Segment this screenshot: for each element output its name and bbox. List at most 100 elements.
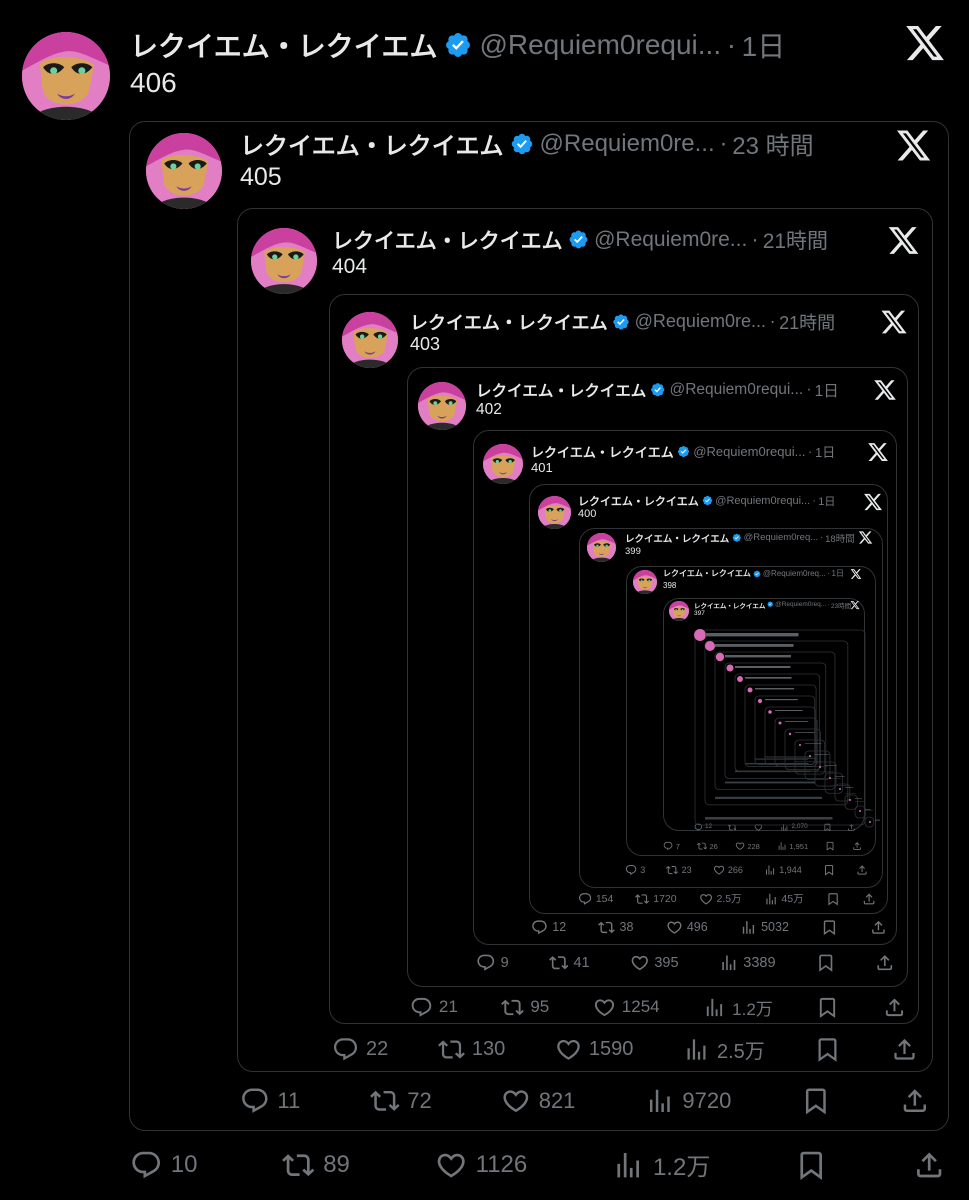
avatar[interactable]: [587, 533, 616, 562]
display-name[interactable]: レクイエム・レクイエム: [332, 225, 563, 255]
timestamp[interactable]: 18時間: [825, 531, 855, 545]
username[interactable]: @Requiem0req...: [744, 532, 819, 543]
username[interactable]: @Requiem0requi...: [479, 29, 721, 61]
retweet-button[interactable]: 72: [369, 1086, 432, 1116]
reply-button[interactable]: 7: [663, 841, 680, 851]
bookmark-button[interactable]: [801, 1086, 831, 1116]
tweet-text: 398: [663, 581, 677, 590]
like-button[interactable]: 1254: [593, 996, 660, 1019]
like-button[interactable]: 228: [735, 841, 760, 851]
timestamp[interactable]: 1日: [818, 493, 835, 509]
x-logo-icon: [904, 22, 946, 64]
timestamp[interactable]: 1日: [742, 25, 786, 65]
display-name[interactable]: レクイエム・レクイエム: [578, 493, 699, 509]
share-button[interactable]: [852, 841, 862, 851]
display-name[interactable]: レクイエム・レクイエム: [476, 379, 646, 401]
avatar[interactable]: [633, 570, 657, 594]
bookmark-button[interactable]: [826, 892, 840, 906]
display-name[interactable]: レクイエム・レクイエム: [410, 309, 608, 335]
username[interactable]: @Requiem0re...: [594, 228, 747, 252]
share-button[interactable]: [856, 864, 868, 876]
bookmark-button[interactable]: [814, 1036, 841, 1063]
reply-button[interactable]: 11: [240, 1086, 300, 1116]
like-button[interactable]: 395: [630, 953, 679, 973]
share-icon: [852, 841, 862, 851]
views-button[interactable]: 5032: [740, 919, 789, 936]
bookmark-button[interactable]: [821, 919, 838, 936]
action-bar: 9 41 395 3389: [476, 953, 895, 973]
action-bar: 154 1720 2.5万 45万: [578, 892, 876, 907]
views-button[interactable]: 1,951: [777, 841, 808, 851]
views-button[interactable]: 3389: [719, 953, 776, 973]
timestamp[interactable]: 21時間: [779, 309, 835, 335]
reply-button[interactable]: 3: [625, 864, 645, 876]
timestamp[interactable]: 23 時間: [732, 126, 813, 161]
username[interactable]: @Requiem0requi...: [693, 444, 805, 459]
timestamp[interactable]: 1日: [815, 379, 839, 401]
retweet-button[interactable]: 41: [548, 953, 590, 973]
timestamp[interactable]: 1日: [832, 568, 844, 579]
retweet-button[interactable]: 38: [598, 919, 633, 936]
retweet-button[interactable]: 95: [501, 996, 549, 1019]
timestamp[interactable]: 1日: [815, 442, 835, 461]
views-button[interactable]: 9720: [645, 1086, 731, 1116]
username[interactable]: @Requiem0requi...: [715, 495, 810, 507]
avatar[interactable]: [146, 133, 222, 209]
bookmark-button[interactable]: [825, 841, 835, 851]
like-button[interactable]: 1590: [555, 1036, 633, 1063]
like-count: 496: [686, 920, 708, 934]
like-button[interactable]: 2.5万: [699, 891, 742, 906]
retweet-button[interactable]: 23: [666, 864, 692, 876]
username[interactable]: @Requiem0req...: [763, 569, 826, 578]
display-name[interactable]: レクイエム・レクイエム: [663, 568, 751, 579]
retweet-button[interactable]: 89: [282, 1149, 350, 1181]
views-button[interactable]: 2.5万: [683, 1035, 765, 1064]
share-button[interactable]: [862, 892, 876, 906]
like-button[interactable]: 1126: [435, 1149, 527, 1181]
username[interactable]: @Requiem0requi...: [669, 381, 803, 399]
share-button[interactable]: [883, 996, 906, 1019]
share-button[interactable]: [870, 919, 887, 936]
username[interactable]: @Requiem0re...: [635, 311, 766, 332]
retweet-button[interactable]: 130: [437, 1036, 505, 1063]
reply-button[interactable]: 22: [332, 1036, 388, 1063]
retweet-button[interactable]: 1720: [635, 892, 677, 906]
display-name[interactable]: レクイエム・レクイエム: [625, 531, 729, 545]
nested-avatar: [715, 652, 725, 662]
reply-button[interactable]: 12: [531, 919, 566, 936]
avatar[interactable]: [342, 312, 398, 368]
bookmark-button[interactable]: [816, 996, 839, 1019]
views-button[interactable]: 1.2万: [703, 995, 773, 1020]
reply-button[interactable]: 21: [410, 996, 458, 1019]
nested-avatar: [849, 799, 851, 801]
share-button[interactable]: [900, 1086, 930, 1116]
avatar[interactable]: [483, 444, 523, 484]
retweet-icon: [548, 953, 569, 973]
like-button[interactable]: 266: [713, 864, 743, 876]
timestamp[interactable]: 21時間: [763, 225, 828, 255]
share-button[interactable]: [891, 1036, 918, 1063]
avatar[interactable]: [22, 32, 110, 120]
reply-button[interactable]: 10: [130, 1149, 197, 1181]
action-bar: 10 89 1126 1.2万: [130, 1148, 945, 1182]
bookmark-button[interactable]: [816, 953, 836, 973]
bookmark-button[interactable]: [823, 864, 835, 876]
username[interactable]: @Requiem0re...: [540, 130, 715, 158]
display-name[interactable]: レクイエム・レクイエム: [531, 442, 674, 461]
like-button[interactable]: 821: [501, 1086, 575, 1116]
avatar[interactable]: [251, 228, 317, 294]
bookmark-button[interactable]: [795, 1149, 827, 1181]
views-button[interactable]: 1,944: [764, 864, 802, 876]
retweet-button[interactable]: 26: [696, 841, 718, 851]
views-button[interactable]: 45万: [764, 891, 804, 906]
avatar[interactable]: [538, 496, 571, 529]
share-button[interactable]: [875, 953, 895, 973]
display-name[interactable]: レクイエム・レクイエム: [240, 126, 504, 161]
display-name[interactable]: レクイエム・レクイエム: [130, 25, 437, 65]
reply-button[interactable]: 9: [476, 953, 509, 973]
share-button[interactable]: [913, 1149, 945, 1181]
views-button[interactable]: 1.2万: [612, 1147, 710, 1182]
avatar[interactable]: [418, 382, 466, 430]
reply-button[interactable]: 154: [578, 892, 613, 906]
like-button[interactable]: 496: [666, 919, 708, 936]
